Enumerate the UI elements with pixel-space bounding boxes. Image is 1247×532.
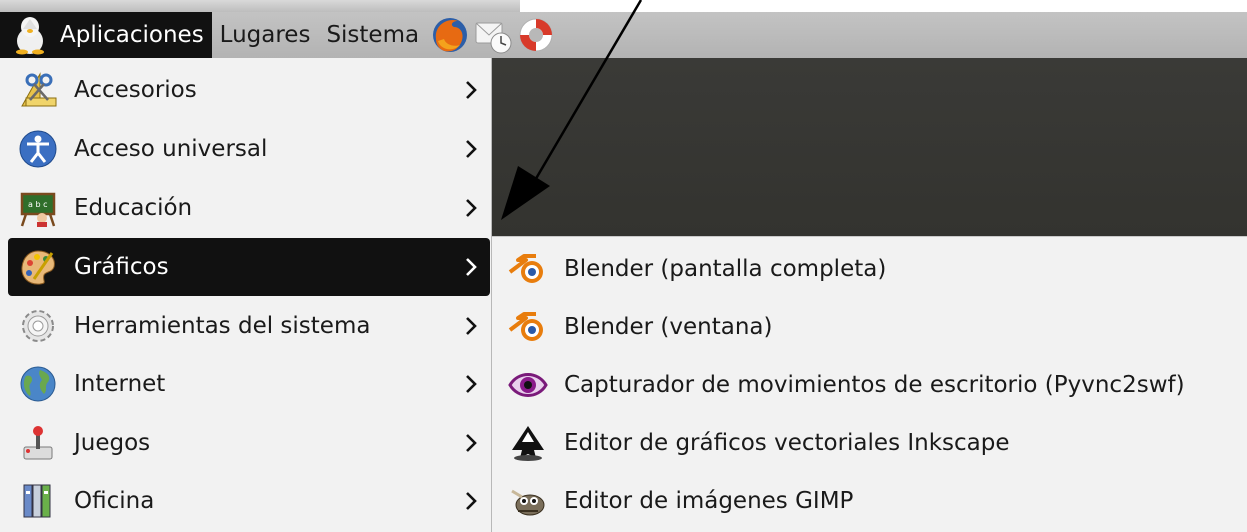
globe-icon [16,362,60,406]
submenu-item-label: Editor de gráficos vectoriales Inkscape [564,430,1010,456]
menu-item-label: Juegos [74,430,151,456]
submenu-item-pyvnc2swf[interactable]: Capturador de movimientos de escritorio … [492,356,1247,414]
office-icon [16,479,60,523]
menu-item-label: Internet [74,371,166,397]
accessories-icon [16,68,60,112]
submenu-item-label: Capturador de movimientos de escritorio … [564,372,1185,398]
svg-text:a b c: a b c [28,200,47,209]
chevron-right-icon [456,491,486,511]
menu-item-label: Educación [74,195,193,221]
chevron-right-icon [456,80,486,100]
submenu-item-gimp[interactable]: Editor de imágenes GIMP [492,472,1247,530]
menu-item-label: Oficina [74,488,155,514]
menu-item-acceso-universal[interactable]: Acceso universal [8,120,490,178]
submenu-item-label: Blender (ventana) [564,314,773,340]
distro-logo-icon [0,12,60,58]
help-lifebuoy-icon[interactable] [516,15,556,55]
system-tools-gear-icon [16,304,60,348]
eye-capture-icon [506,363,550,407]
submenu-item-label: Editor de imágenes GIMP [564,488,854,514]
top-edge [0,0,1247,12]
top-panel: Aplicaciones Lugares Sistema [0,12,1247,58]
menu-lugares[interactable]: Lugares [212,12,319,58]
chevron-right-icon [456,433,486,453]
menu-item-label: Gráficos [74,254,169,280]
menu-item-internet[interactable]: Internet [8,355,490,413]
chevron-right-icon [456,374,486,394]
submenu-item-blender-fullscreen[interactable]: Blender (pantalla completa) [492,240,1247,298]
menu-item-label: Accesorios [74,77,197,103]
menu-item-accesorios[interactable]: Accesorios [8,61,490,119]
menu-lugares-label: Lugares [219,22,311,48]
graphics-submenu: Blender (pantalla completa) Blender (ven… [492,236,1247,532]
menu-item-educacion[interactable]: a b c Educación [8,179,490,237]
applications-menu: Accesorios Acceso universal a b c Educac… [0,58,492,532]
chevron-right-icon [456,198,486,218]
gimp-icon [506,479,550,523]
menu-item-graficos[interactable]: Gráficos [8,238,490,296]
chevron-right-icon [456,316,486,336]
menu-aplicaciones[interactable]: Aplicaciones [0,12,212,58]
menu-item-label: Herramientas del sistema [74,313,371,339]
firefox-icon[interactable] [430,15,470,55]
games-joystick-icon [16,421,60,465]
education-icon: a b c [16,186,60,230]
blender-icon [506,247,550,291]
graphics-palette-icon [16,245,60,289]
menu-sistema[interactable]: Sistema [318,12,427,58]
desktop-background [490,58,1247,236]
mail-clock-icon[interactable] [473,15,513,55]
blender-icon [506,305,550,349]
chevron-right-icon [456,257,486,277]
submenu-item-label: Blender (pantalla completa) [564,256,887,282]
menu-item-herramientas-del-sistema[interactable]: Herramientas del sistema [8,297,490,355]
submenu-item-blender-window[interactable]: Blender (ventana) [492,298,1247,356]
menu-aplicaciones-label: Aplicaciones [60,22,204,48]
menu-item-juegos[interactable]: Juegos [8,414,490,472]
menu-item-label: Acceso universal [74,136,268,162]
accessibility-icon [16,127,60,171]
submenu-item-inkscape[interactable]: Editor de gráficos vectoriales Inkscape [492,414,1247,472]
menu-sistema-label: Sistema [326,22,420,48]
chevron-right-icon [456,139,486,159]
inkscape-icon [506,421,550,465]
menu-item-oficina[interactable]: Oficina [8,472,490,530]
